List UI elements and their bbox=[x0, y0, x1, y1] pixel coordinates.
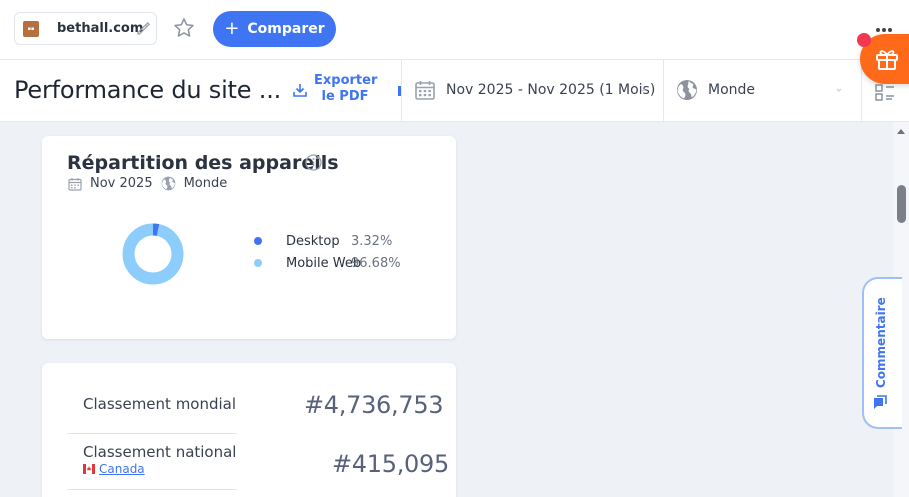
region-label: Monde bbox=[708, 82, 756, 98]
legend-dot bbox=[254, 259, 262, 267]
divider bbox=[663, 60, 664, 122]
date-range-label: Nov 2025 - Nov 2025 (1 Mois) bbox=[446, 82, 656, 98]
national-rank-label: Classement national bbox=[83, 443, 237, 461]
country-name: Canada bbox=[99, 462, 145, 476]
card-period: Nov 2025 bbox=[90, 176, 153, 191]
site-chip[interactable]: ▪▪ bethall.com bbox=[14, 12, 157, 45]
card-title: Répartition des appareils bbox=[67, 152, 339, 174]
calendar-icon bbox=[415, 81, 435, 100]
card-region: Monde bbox=[183, 176, 228, 191]
chart-legend: Desktop 3.32% Mobile Web 96.68% bbox=[254, 230, 401, 274]
country-link[interactable]: Canada bbox=[83, 462, 145, 476]
global-rank-value: #4,736,753 bbox=[304, 391, 444, 419]
page-title: Performance du site ... bbox=[14, 76, 282, 104]
donut-slice-mobile-web bbox=[122, 223, 184, 285]
canada-flag-icon bbox=[83, 464, 95, 474]
site-name: bethall.com bbox=[57, 21, 144, 36]
national-rank-value: #415,095 bbox=[332, 450, 449, 478]
header-bar: Performance du site ... Exporter le PDF … bbox=[0, 60, 909, 122]
export-pdf-button[interactable]: Exporter le PDF bbox=[292, 73, 378, 105]
info-icon[interactable] bbox=[305, 154, 322, 171]
legend-label: Desktop bbox=[286, 233, 340, 249]
global-rank-label: Classement mondial bbox=[83, 395, 237, 413]
gift-icon bbox=[876, 50, 898, 70]
scrollbar-thumb[interactable] bbox=[897, 185, 906, 223]
compare-button[interactable]: + Comparer bbox=[213, 11, 336, 47]
divider bbox=[67, 433, 237, 434]
globe-icon bbox=[161, 176, 175, 191]
layout-icon[interactable] bbox=[874, 82, 896, 102]
ranking-card: Classement mondial #4,736,753 Classement… bbox=[42, 363, 456, 497]
divider bbox=[67, 489, 237, 490]
legend-value: 96.68% bbox=[351, 255, 401, 271]
device-distribution-card: Répartition des appareils Nov 2025 Monde… bbox=[42, 136, 456, 339]
notification-dot bbox=[857, 33, 871, 47]
download-icon bbox=[293, 84, 307, 97]
export-label: Exporter le PDF bbox=[314, 73, 378, 104]
plus-icon: + bbox=[224, 18, 240, 39]
legend-label: Mobile Web bbox=[286, 255, 362, 271]
chevron-down-icon bbox=[836, 88, 842, 92]
star-icon[interactable] bbox=[172, 16, 196, 40]
legend-dot bbox=[254, 237, 262, 245]
site-favicon: ▪▪ bbox=[23, 21, 39, 37]
comment-icon bbox=[874, 395, 887, 409]
device-donut-chart bbox=[122, 223, 184, 285]
globe-icon bbox=[677, 80, 697, 100]
pencil-icon[interactable] bbox=[135, 20, 151, 36]
top-bar: ▪▪ bethall.com + Comparer bbox=[0, 0, 909, 60]
comment-label: Commentaire bbox=[874, 297, 888, 388]
calendar-icon bbox=[68, 177, 82, 191]
compare-label: Comparer bbox=[247, 21, 325, 37]
region-selector[interactable]: Monde bbox=[676, 79, 755, 101]
scroll-up-arrow-icon[interactable] bbox=[896, 127, 906, 135]
card-meta: Nov 2025 Monde bbox=[68, 176, 227, 191]
legend-item: Mobile Web 96.68% bbox=[254, 252, 401, 274]
legend-item: Desktop 3.32% bbox=[254, 230, 401, 252]
date-range-selector[interactable]: Nov 2025 - Nov 2025 (1 Mois) bbox=[414, 79, 655, 101]
chevron-down-icon bbox=[640, 88, 646, 92]
divider bbox=[401, 60, 402, 122]
legend-value: 3.32% bbox=[351, 233, 393, 249]
